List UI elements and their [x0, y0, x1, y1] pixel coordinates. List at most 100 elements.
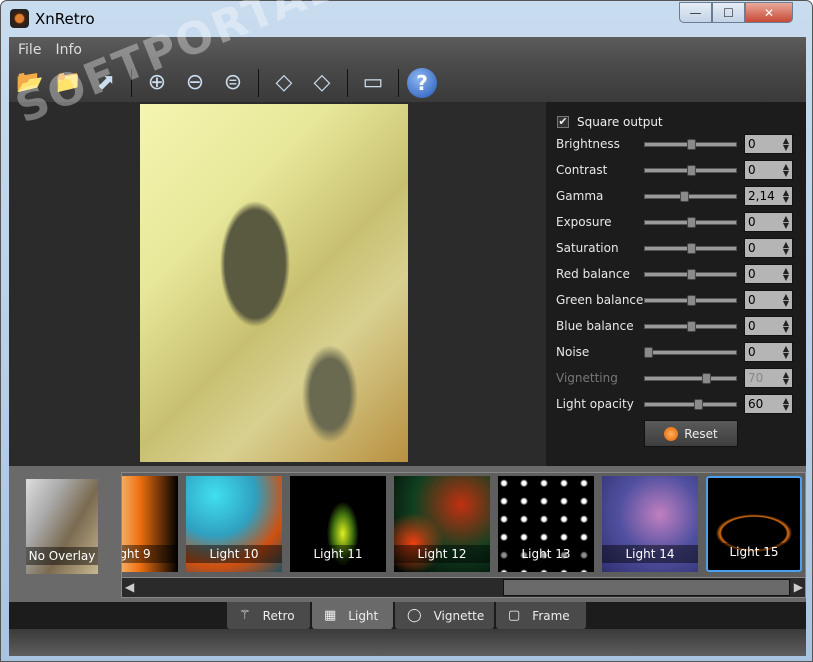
no-overlay-thumbnail[interactable]: No Overlay — [26, 479, 98, 574]
adjustment-slider[interactable] — [644, 321, 737, 332]
overlay-label: Light 10 — [186, 545, 282, 563]
tab-frame[interactable]: ▢ Frame — [496, 602, 586, 629]
rotate-right-icon[interactable]: ◇ — [305, 66, 339, 100]
overlay-thumbnail[interactable]: Light 13 — [498, 476, 594, 572]
spin-arrows-icon[interactable]: ▲ ▼ — [783, 371, 789, 386]
overlay-thumbnail[interactable]: Light 11 — [290, 476, 386, 572]
toolbar-separator — [347, 68, 348, 97]
adjustment-spinbox[interactable]: 0 ▲ ▼ — [744, 290, 793, 310]
adjustment-slider[interactable] — [644, 165, 737, 176]
minimize-button[interactable]: — — [679, 2, 712, 23]
export-icon[interactable]: ⬈ — [89, 66, 123, 100]
overlay-thumbnail[interactable]: Light 15 — [706, 476, 802, 572]
spin-arrows-icon[interactable]: ▲ ▼ — [783, 345, 789, 360]
slider-thumb[interactable] — [643, 347, 653, 358]
slider-thumb[interactable] — [686, 217, 696, 228]
toolbar-separator — [131, 68, 132, 97]
spin-arrows-icon[interactable]: ▲ ▼ — [783, 293, 789, 308]
overlay-strip: Light 9 Light 10 Light 11 Light 12 Light 13 L… — [121, 472, 806, 598]
tab-retro[interactable]: ⚚ Retro — [227, 602, 310, 629]
scrollbar-thumb[interactable] — [503, 579, 790, 596]
spin-arrows-icon[interactable]: ▲ ▼ — [783, 215, 789, 230]
spinbox-value: 0 — [748, 241, 756, 255]
adjustment-slider[interactable] — [644, 295, 737, 306]
spin-arrows-icon[interactable]: ▲ ▼ — [783, 267, 789, 282]
tab-vignette[interactable]: ◯ Vignette — [395, 602, 494, 629]
overlay-thumbnail[interactable]: Light 12 — [394, 476, 490, 572]
adjustment-spinbox[interactable]: 0 ▲ ▼ — [744, 212, 793, 232]
adjustment-label: Green balance — [556, 293, 644, 307]
spin-arrows-icon[interactable]: ▲ ▼ — [783, 397, 789, 412]
slider-thumb[interactable] — [686, 269, 696, 280]
slider-thumb[interactable] — [693, 399, 703, 410]
spin-arrows-icon[interactable]: ▲ ▼ — [783, 137, 789, 152]
adjustment-spinbox[interactable]: 60 ▲ ▼ — [744, 394, 793, 414]
spinbox-value: 0 — [748, 137, 756, 151]
overlay-thumbnail[interactable]: Light 9 — [122, 476, 178, 572]
client-area: File Info 📂 📁 ⬈ ⊕ ⊖ ⊜ ◇ ◇ ▭ ? ✔ Square o… — [9, 37, 806, 656]
slider-thumb[interactable] — [686, 139, 696, 150]
adjustment-spinbox[interactable]: 0 ▲ ▼ — [744, 342, 793, 362]
spin-arrows-icon[interactable]: ▲ ▼ — [783, 189, 789, 204]
adjustment-slider[interactable] — [644, 243, 737, 254]
menu-bar: File Info — [9, 37, 806, 63]
spin-arrows-icon[interactable]: ▲ ▼ — [783, 163, 789, 178]
menu-info[interactable]: Info — [55, 42, 82, 58]
slider-thumb[interactable] — [701, 373, 711, 384]
spinbox-value: 70 — [748, 371, 764, 385]
adjustment-slider[interactable] — [644, 191, 737, 202]
open-folder-icon[interactable]: 📂 — [13, 66, 47, 100]
save-folder-icon[interactable]: 📁 — [51, 66, 85, 100]
tab-light[interactable]: ▦ Light — [312, 602, 393, 629]
scroll-left-icon[interactable]: ◀ — [125, 580, 134, 594]
help-icon[interactable]: ? — [407, 67, 437, 98]
fullscreen-icon[interactable]: ▭ — [356, 66, 390, 100]
toolbar: 📂 📁 ⬈ ⊕ ⊖ ⊜ ◇ ◇ ▭ ? — [9, 63, 806, 102]
zoom-out-icon[interactable]: ⊖ — [178, 66, 212, 100]
rotate-left-icon[interactable]: ◇ — [267, 66, 301, 100]
adjustment-spinbox[interactable]: 0 ▲ ▼ — [744, 134, 793, 154]
overlay-thumbnail[interactable]: Light 14 — [602, 476, 698, 572]
adjustment-row: Light opacity 60 ▲ ▼ — [556, 394, 801, 416]
adjustment-spinbox[interactable]: 2,14 ▲ ▼ — [744, 186, 793, 206]
slider-thumb[interactable] — [686, 243, 696, 254]
overlay-thumbnail[interactable]: Light 10 — [186, 476, 282, 572]
app-window: XnRetro — ☐ ✕ File Info 📂 📁 ⬈ ⊕ ⊖ ⊜ ◇ ◇ … — [0, 0, 813, 662]
slider-thumb[interactable] — [680, 191, 690, 202]
reset-button[interactable]: Reset — [644, 420, 738, 447]
no-overlay-label: No Overlay — [26, 547, 98, 565]
adjustment-row: Contrast 0 ▲ ▼ — [556, 160, 801, 182]
adjustment-slider[interactable] — [643, 347, 737, 358]
zoom-fit-icon[interactable]: ⊜ — [216, 66, 250, 100]
tab-label: Frame — [532, 608, 570, 623]
close-button[interactable]: ✕ — [745, 2, 793, 23]
toolbar-separator — [258, 68, 259, 97]
adjustment-spinbox[interactable]: 70 ▲ ▼ — [744, 368, 793, 388]
slider-thumb[interactable] — [686, 321, 696, 332]
adjustment-slider[interactable] — [644, 139, 737, 150]
mode-tabs: ⚚ Retro ▦ Light ◯ Vignette ▢ Frame — [9, 602, 806, 629]
frame-icon: ▢ — [508, 608, 521, 623]
adjustment-spinbox[interactable]: 0 ▲ ▼ — [744, 316, 793, 336]
adjustment-spinbox[interactable]: 0 ▲ ▼ — [744, 264, 793, 284]
menu-file[interactable]: File — [18, 42, 41, 58]
spin-arrows-icon[interactable]: ▲ ▼ — [783, 241, 789, 256]
reset-icon — [664, 426, 679, 441]
adjustment-slider[interactable] — [644, 217, 737, 228]
adjustment-spinbox[interactable]: 0 ▲ ▼ — [744, 238, 793, 258]
adjustment-slider[interactable] — [644, 269, 737, 280]
slider-thumb[interactable] — [686, 165, 696, 176]
maximize-button[interactable]: ☐ — [712, 2, 745, 23]
adjustment-label: Noise — [556, 345, 590, 359]
adjustment-spinbox[interactable]: 0 ▲ ▼ — [744, 160, 793, 180]
adjustment-slider[interactable] — [644, 399, 737, 410]
adjustment-label: Brightness — [556, 137, 620, 151]
spin-arrows-icon[interactable]: ▲ ▼ — [783, 319, 789, 334]
slider-thumb[interactable] — [686, 295, 696, 306]
zoom-in-icon[interactable]: ⊕ — [140, 66, 174, 100]
square-output-checkbox[interactable]: ✔ Square output — [557, 115, 663, 129]
scroll-right-icon[interactable]: ▶ — [794, 580, 803, 594]
adjustment-slider[interactable] — [644, 373, 737, 384]
adjustment-row: Saturation 0 ▲ ▼ — [556, 238, 801, 260]
horizontal-scrollbar[interactable]: ◀ ▶ — [122, 577, 805, 597]
